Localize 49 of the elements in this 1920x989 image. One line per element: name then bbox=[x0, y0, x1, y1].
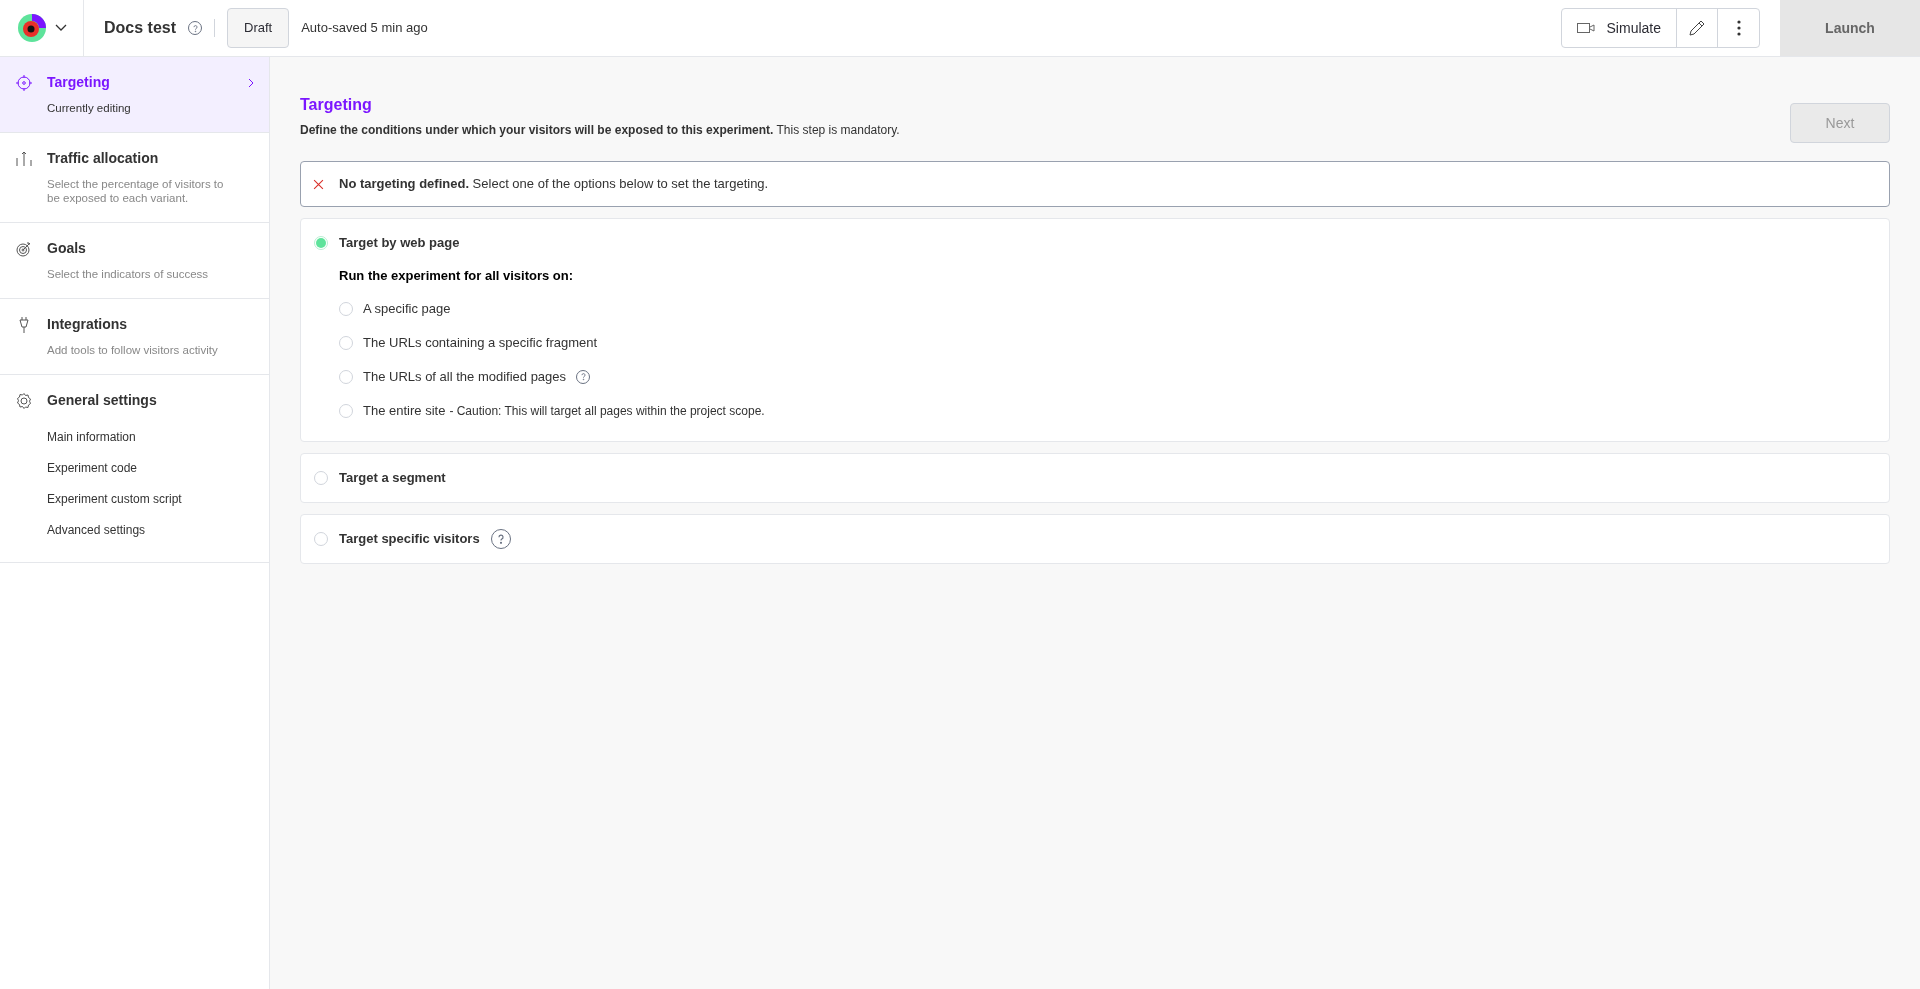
crosshair-icon bbox=[15, 73, 33, 92]
sidebar-item-title: General settings bbox=[47, 391, 158, 410]
radio-button[interactable] bbox=[339, 369, 353, 384]
option-label[interactable]: A specific page bbox=[363, 298, 451, 319]
sidebar-subitem[interactable]: Advanced settings bbox=[47, 514, 254, 545]
pencil-icon bbox=[1688, 19, 1706, 37]
sidebar-item[interactable]: Targeting Currently editing bbox=[0, 57, 269, 133]
sidebar-subitem[interactable]: Main information bbox=[47, 421, 254, 452]
sidebar-subitem[interactable]: Experiment custom script bbox=[47, 483, 254, 514]
app-logo[interactable] bbox=[16, 13, 47, 43]
page-description: Define the conditions under which your visitors will be exposed to this experiment. This step is mandatory. bbox=[300, 122, 901, 139]
chevron-down-icon[interactable] bbox=[54, 24, 67, 32]
option-title[interactable]: Target a segment bbox=[339, 467, 446, 488]
radio-button[interactable] bbox=[339, 403, 353, 418]
draft-status-button[interactable]: Draft bbox=[227, 8, 290, 48]
caution-note: - Caution: This will target all pages within the project scope. bbox=[449, 402, 765, 420]
chevron-right-icon bbox=[248, 77, 254, 88]
sidebar-item-title: Traffic allocation bbox=[47, 149, 160, 168]
sidebar-item-subtitle: Select the percentage of visitors to be exposed to each variant. bbox=[47, 177, 225, 205]
radio-button[interactable] bbox=[339, 335, 353, 350]
arrow-bars-icon bbox=[15, 149, 33, 168]
page-title: Targeting bbox=[300, 95, 373, 115]
radio-button[interactable] bbox=[314, 236, 328, 250]
simulate-button[interactable]: Simulate bbox=[1561, 9, 1677, 47]
option-prompt: Run the experiment for all visitors on: bbox=[339, 267, 575, 285]
autosave-text: Auto-saved 5 min ago bbox=[301, 19, 428, 38]
radio-button[interactable] bbox=[339, 301, 353, 316]
launch-button[interactable]: Launch bbox=[1780, 0, 1920, 56]
sidebar-item-subtitle: Currently editing bbox=[47, 101, 132, 115]
error-x-icon bbox=[313, 178, 324, 190]
option-title[interactable]: Target by web page bbox=[339, 233, 460, 253]
option-label[interactable]: The URLs of all the modified pages bbox=[363, 366, 567, 387]
sidebar-item-title: Targeting bbox=[47, 73, 111, 92]
gear-icon bbox=[15, 391, 33, 410]
option-title[interactable]: Target specific visitors bbox=[339, 528, 480, 549]
sidebar-item-subtitle: Select the indicators of success bbox=[47, 267, 210, 281]
option-label[interactable]: The entire site bbox=[363, 400, 446, 421]
option-label[interactable]: The URLs containing a specific fragment bbox=[363, 332, 598, 353]
target-icon bbox=[15, 239, 33, 258]
sidebar-item-subtitle: Add tools to follow visitors activity bbox=[47, 343, 219, 357]
sidebar-subitem[interactable]: Experiment code bbox=[47, 452, 254, 483]
sidebar-item-title: Integrations bbox=[47, 315, 129, 334]
alert-message: No targeting defined. Select one of the options below to set the targeting. bbox=[339, 175, 769, 194]
experiment-title: Docs test bbox=[104, 18, 177, 38]
sidebar-item-title: Goals bbox=[47, 239, 87, 258]
video-camera-icon bbox=[1576, 22, 1595, 34]
more-icon bbox=[1736, 20, 1741, 36]
radio-button[interactable] bbox=[314, 470, 328, 485]
radio-button[interactable] bbox=[314, 531, 328, 546]
